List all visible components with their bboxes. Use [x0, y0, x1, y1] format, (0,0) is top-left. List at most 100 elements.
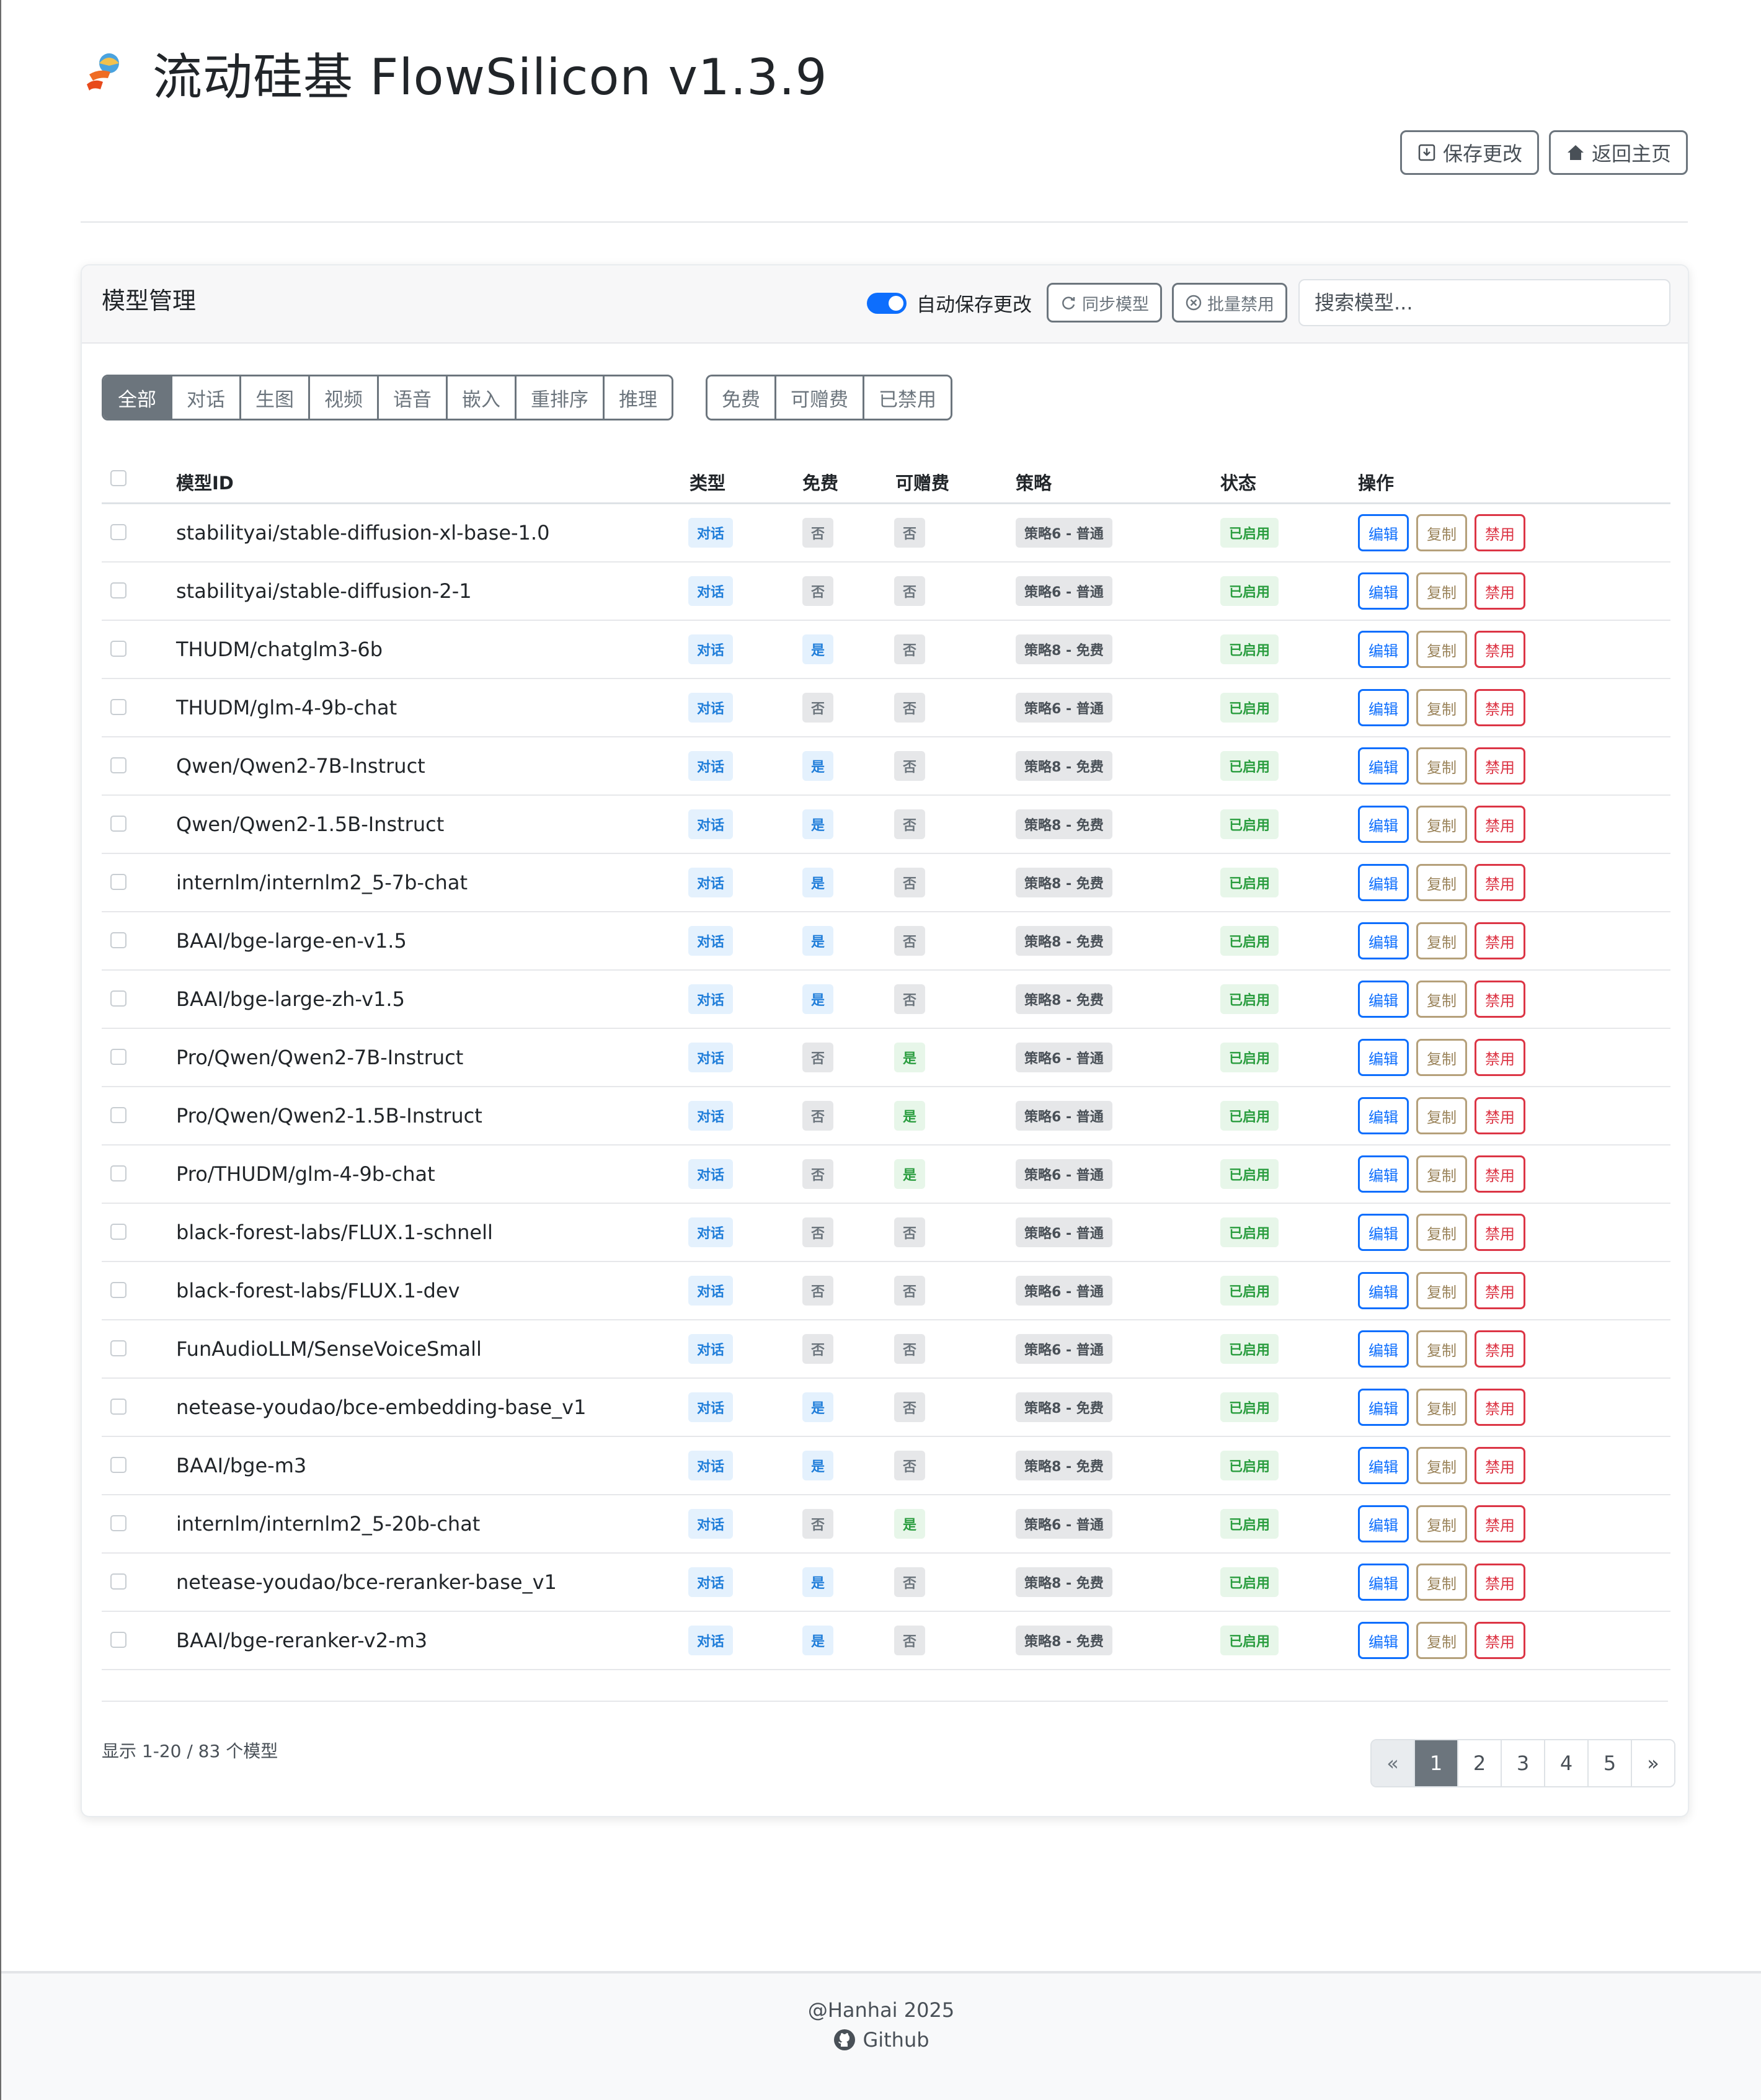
filter-flag-button[interactable]: 可赠费: [776, 376, 864, 419]
row-checkbox[interactable]: [110, 990, 126, 1007]
row-checkbox[interactable]: [110, 1573, 126, 1590]
copy-button[interactable]: 复制: [1416, 864, 1467, 901]
disable-button[interactable]: 禁用: [1475, 1155, 1525, 1193]
batch-disable-button[interactable]: 批量禁用: [1172, 283, 1287, 323]
filter-type-button[interactable]: 推理: [605, 376, 672, 419]
disable-button[interactable]: 禁用: [1475, 1622, 1525, 1659]
sync-models-button[interactable]: 同步模型: [1047, 283, 1162, 323]
copy-button[interactable]: 复制: [1416, 1330, 1467, 1368]
row-checkbox[interactable]: [110, 1340, 126, 1356]
edit-button[interactable]: 编辑: [1358, 1447, 1409, 1484]
edit-button[interactable]: 编辑: [1358, 1272, 1409, 1309]
filter-flag-button[interactable]: 免费: [708, 376, 776, 419]
row-checkbox[interactable]: [110, 1457, 126, 1473]
filter-flag-button[interactable]: 已禁用: [864, 376, 951, 419]
copy-button[interactable]: 复制: [1416, 747, 1467, 785]
row-checkbox[interactable]: [110, 524, 126, 540]
pagination-page[interactable]: 5: [1589, 1740, 1632, 1786]
disable-button[interactable]: 禁用: [1475, 1330, 1525, 1368]
copy-button[interactable]: 复制: [1416, 981, 1467, 1018]
row-checkbox[interactable]: [110, 1282, 126, 1298]
copy-button[interactable]: 复制: [1416, 1389, 1467, 1426]
row-checkbox[interactable]: [110, 1165, 126, 1181]
disable-button[interactable]: 禁用: [1475, 689, 1525, 726]
row-checkbox[interactable]: [110, 874, 126, 890]
row-checkbox[interactable]: [110, 1399, 126, 1415]
row-checkbox[interactable]: [110, 932, 126, 948]
disable-button[interactable]: 禁用: [1475, 1272, 1525, 1309]
copy-button[interactable]: 复制: [1416, 631, 1467, 668]
disable-button[interactable]: 禁用: [1475, 922, 1525, 959]
filter-type-button[interactable]: 重排序: [517, 376, 605, 419]
edit-button[interactable]: 编辑: [1358, 806, 1409, 843]
filter-type-button[interactable]: 生图: [241, 376, 310, 419]
pagination-page[interactable]: 2: [1458, 1740, 1502, 1786]
edit-button[interactable]: 编辑: [1358, 1330, 1409, 1368]
copy-button[interactable]: 复制: [1416, 514, 1467, 551]
disable-button[interactable]: 禁用: [1475, 1505, 1525, 1542]
github-link[interactable]: Github: [1, 2028, 1761, 2052]
disable-button[interactable]: 禁用: [1475, 1039, 1525, 1076]
edit-button[interactable]: 编辑: [1358, 747, 1409, 785]
row-checkbox[interactable]: [110, 1515, 126, 1531]
copy-button[interactable]: 复制: [1416, 1272, 1467, 1309]
edit-button[interactable]: 编辑: [1358, 1622, 1409, 1659]
edit-button[interactable]: 编辑: [1358, 1214, 1409, 1251]
copy-button[interactable]: 复制: [1416, 1505, 1467, 1542]
pagination-page[interactable]: 3: [1502, 1740, 1545, 1786]
edit-button[interactable]: 编辑: [1358, 514, 1409, 551]
copy-button[interactable]: 复制: [1416, 572, 1467, 610]
filter-type-button[interactable]: 全部: [104, 376, 172, 419]
copy-button[interactable]: 复制: [1416, 1155, 1467, 1193]
auto-save-toggle[interactable]: [867, 292, 907, 314]
row-checkbox[interactable]: [110, 641, 126, 657]
edit-button[interactable]: 编辑: [1358, 864, 1409, 901]
disable-button[interactable]: 禁用: [1475, 1389, 1525, 1426]
filter-type-button[interactable]: 嵌入: [448, 376, 517, 419]
edit-button[interactable]: 编辑: [1358, 631, 1409, 668]
disable-button[interactable]: 禁用: [1475, 631, 1525, 668]
edit-button[interactable]: 编辑: [1358, 1097, 1409, 1134]
filter-type-button[interactable]: 对话: [172, 376, 241, 419]
row-checkbox[interactable]: [110, 1107, 126, 1123]
copy-button[interactable]: 复制: [1416, 1564, 1467, 1601]
row-checkbox[interactable]: [110, 757, 126, 773]
edit-button[interactable]: 编辑: [1358, 572, 1409, 610]
row-checkbox[interactable]: [110, 1049, 126, 1065]
pagination-page[interactable]: 1: [1415, 1740, 1458, 1786]
edit-button[interactable]: 编辑: [1358, 922, 1409, 959]
disable-button[interactable]: 禁用: [1475, 747, 1525, 785]
pagination-page[interactable]: 4: [1545, 1740, 1589, 1786]
row-checkbox[interactable]: [110, 1224, 126, 1240]
edit-button[interactable]: 编辑: [1358, 981, 1409, 1018]
disable-button[interactable]: 禁用: [1475, 514, 1525, 551]
edit-button[interactable]: 编辑: [1358, 1155, 1409, 1193]
copy-button[interactable]: 复制: [1416, 1097, 1467, 1134]
disable-button[interactable]: 禁用: [1475, 1564, 1525, 1601]
edit-button[interactable]: 编辑: [1358, 1039, 1409, 1076]
copy-button[interactable]: 复制: [1416, 1214, 1467, 1251]
row-checkbox[interactable]: [110, 699, 126, 715]
copy-button[interactable]: 复制: [1416, 922, 1467, 959]
pagination-next[interactable]: »: [1632, 1740, 1674, 1786]
disable-button[interactable]: 禁用: [1475, 1447, 1525, 1484]
back-home-button[interactable]: 返回主页: [1548, 130, 1688, 175]
disable-button[interactable]: 禁用: [1475, 981, 1525, 1018]
copy-button[interactable]: 复制: [1416, 806, 1467, 843]
model-search-input[interactable]: [1298, 279, 1670, 326]
edit-button[interactable]: 编辑: [1358, 1564, 1409, 1601]
edit-button[interactable]: 编辑: [1358, 1505, 1409, 1542]
edit-button[interactable]: 编辑: [1358, 689, 1409, 726]
copy-button[interactable]: 复制: [1416, 1622, 1467, 1659]
row-checkbox[interactable]: [110, 816, 126, 832]
disable-button[interactable]: 禁用: [1475, 1214, 1525, 1251]
disable-button[interactable]: 禁用: [1475, 864, 1525, 901]
disable-button[interactable]: 禁用: [1475, 1097, 1525, 1134]
disable-button[interactable]: 禁用: [1475, 572, 1525, 610]
copy-button[interactable]: 复制: [1416, 1039, 1467, 1076]
pagination-prev[interactable]: «: [1372, 1740, 1415, 1786]
select-all-checkbox[interactable]: [110, 470, 126, 486]
edit-button[interactable]: 编辑: [1358, 1389, 1409, 1426]
copy-button[interactable]: 复制: [1416, 689, 1467, 726]
copy-button[interactable]: 复制: [1416, 1447, 1467, 1484]
